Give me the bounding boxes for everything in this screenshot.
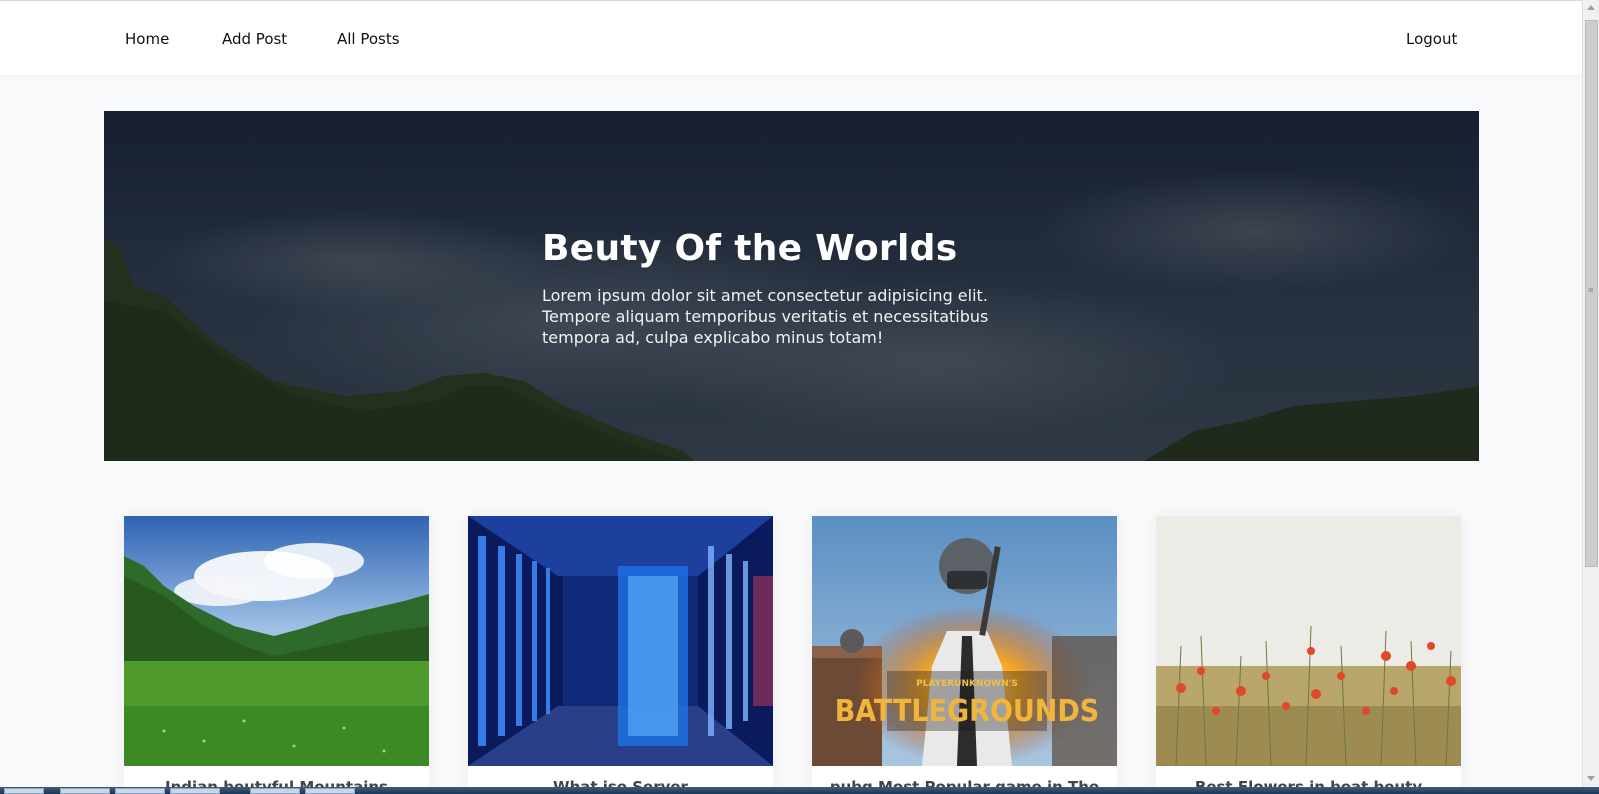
scroll-thumb[interactable]: ≡ bbox=[1585, 20, 1598, 567]
poppy-field-image[interactable] bbox=[1156, 516, 1461, 766]
browser-viewport: Home Add Post All Posts Logout Beuty Of … bbox=[0, 0, 1599, 794]
hero-banner: Beuty Of the Worlds Lorem ipsum dolor si… bbox=[104, 111, 1479, 461]
hero-description: Lorem ipsum dolor sit amet consectetur a… bbox=[542, 286, 989, 347]
start-button-icon[interactable] bbox=[4, 788, 44, 794]
pubg-battlegrounds-image[interactable]: PLAYERUNKNOWN'S BATTLEGROUNDS bbox=[812, 516, 1117, 766]
nav-add-post-link[interactable]: Add Post bbox=[222, 30, 287, 48]
top-navbar: Home Add Post All Posts Logout bbox=[0, 0, 1582, 75]
hero-title: Beuty Of the Worlds bbox=[542, 228, 958, 269]
pubg-logo-main: BATTLEGROUNDS bbox=[835, 694, 1100, 729]
scroll-down-arrow-icon[interactable] bbox=[1587, 776, 1595, 781]
taskbar-app-icon[interactable] bbox=[60, 788, 110, 794]
post-card[interactable]: Indian beutyful Mountains bbox=[124, 516, 429, 794]
os-taskbar bbox=[0, 787, 1599, 794]
scroll-grip-icon: ≡ bbox=[1588, 286, 1594, 294]
pubg-logo-top: PLAYERUNKNOWN'S bbox=[916, 679, 1018, 689]
taskbar-app-icon[interactable] bbox=[115, 788, 165, 794]
post-card[interactable]: What ise Server bbox=[468, 516, 773, 794]
hero-text-block: Beuty Of the Worlds Lorem ipsum dolor si… bbox=[542, 227, 1022, 348]
scroll-up-arrow-icon[interactable] bbox=[1587, 5, 1595, 10]
vertical-scrollbar[interactable]: ≡ bbox=[1582, 0, 1599, 787]
server-room-image[interactable] bbox=[468, 516, 773, 766]
nav-home-link[interactable]: Home bbox=[125, 30, 169, 48]
nav-logout-link[interactable]: Logout bbox=[1406, 30, 1457, 48]
taskbar-app-icon[interactable] bbox=[305, 788, 355, 794]
nav-all-posts-link[interactable]: All Posts bbox=[337, 30, 400, 48]
taskbar-app-icon[interactable] bbox=[250, 788, 300, 794]
post-card[interactable]: Best Flowers in beat beuty bbox=[1156, 516, 1461, 794]
taskbar-app-icon[interactable] bbox=[170, 788, 220, 794]
post-card[interactable]: PLAYERUNKNOWN'S BATTLEGROUNDS pubg Most … bbox=[812, 516, 1117, 794]
mountain-meadow-image[interactable] bbox=[124, 516, 429, 766]
